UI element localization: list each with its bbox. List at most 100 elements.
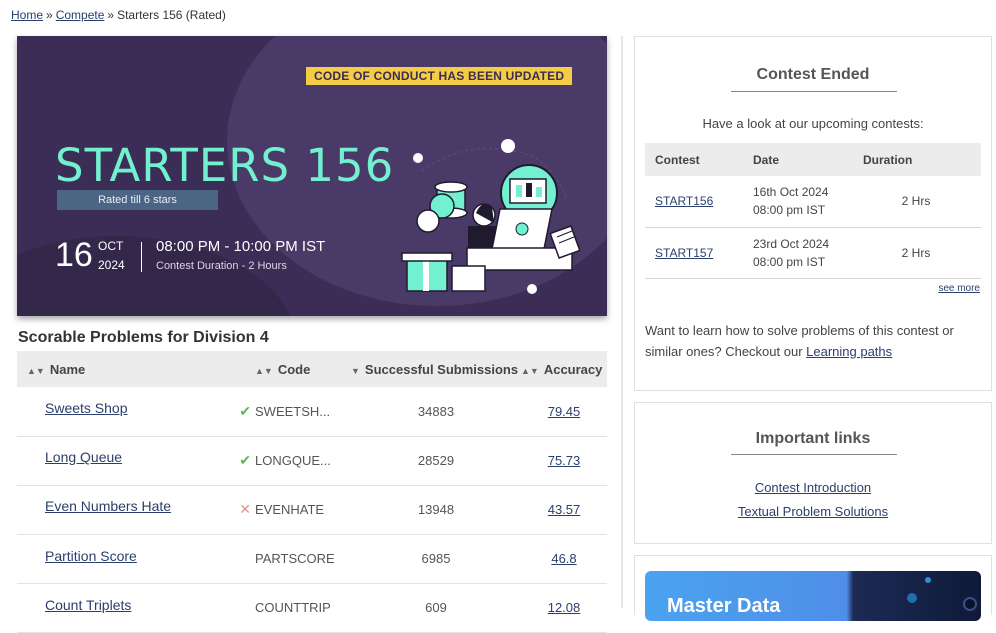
rated-badge: Rated till 6 stars	[57, 190, 218, 210]
breadcrumb-compete-link[interactable]: Compete	[56, 8, 105, 22]
accuracy-link[interactable]: 46.8	[551, 551, 576, 566]
contest-introduction-link[interactable]: Contest Introduction	[635, 476, 991, 500]
solved-check-icon: ✔	[239, 402, 251, 419]
problem-link[interactable]: Sweets Shop	[45, 400, 128, 416]
heading-underline	[731, 91, 897, 92]
contest-title: STARTERS 156	[55, 139, 395, 192]
textual-solutions-link[interactable]: Textual Problem Solutions	[635, 500, 991, 524]
table-row: Long Queue ✔ LONGQUE... 28529 75.73	[17, 436, 607, 486]
breadcrumb-separator: »	[46, 8, 53, 22]
date-divider	[141, 242, 142, 272]
decor-dot-icon	[925, 577, 931, 583]
important-links-list: Contest Introduction Textual Problem Sol…	[635, 476, 991, 524]
problem-code: LONGQUE...	[255, 436, 351, 486]
sort-icon[interactable]: ▲▼	[255, 366, 273, 376]
breadcrumb-separator: »	[107, 8, 115, 22]
table-row: START157 23rd Oct 2024 08:00 pm IST 2 Hrs	[645, 227, 981, 279]
sort-icon[interactable]: ▲▼	[521, 366, 539, 376]
problem-link[interactable]: Long Queue	[45, 449, 122, 465]
breadcrumb: Home» Compete» Starters 156 (Rated)	[11, 8, 226, 22]
breadcrumb-current: Starters 156 (Rated)	[117, 8, 226, 22]
submission-count: 6985	[351, 534, 521, 584]
accuracy-cell: 43.57	[521, 485, 607, 535]
date-cell: 23rd Oct 2024 08:00 pm IST	[753, 227, 863, 279]
contest-duration: Contest Duration - 2 Hours	[156, 260, 287, 272]
upcoming-text: Have a look at our upcoming contests:	[702, 116, 924, 131]
problem-link[interactable]: Partition Score	[45, 548, 137, 564]
submission-count: 34883	[351, 387, 521, 437]
contest-date: 16th Oct 2024	[753, 185, 829, 200]
contest-month: OCT	[98, 239, 124, 253]
learning-paths-text: Want to learn how to solve problems of t…	[645, 320, 975, 362]
learning-paths-link[interactable]: Learning paths	[806, 344, 892, 359]
problems-table: ▲▼ Name ▲▼ Code ▼ Successful Submissions ▲▼…	[17, 351, 607, 633]
contest-duration: 2 Hrs	[863, 227, 981, 279]
submission-count: 13948	[351, 485, 521, 535]
contest-cell: START156	[645, 176, 753, 228]
decor-dot-icon	[907, 593, 917, 603]
upcoming-contests-table: Contest Date Duration START156 16th Oct …	[645, 143, 981, 279]
problem-code: EVENHATE	[255, 485, 351, 535]
promo-banner[interactable]: Master Data	[645, 571, 981, 621]
contest-ended-card: Contest Ended Have a look at our upcomin…	[634, 36, 992, 391]
contests-header-row: Contest Date Duration	[645, 143, 981, 176]
accuracy-cell: 46.8	[521, 534, 607, 584]
date-cell: 16th Oct 2024 08:00 pm IST	[753, 176, 863, 228]
contest-link[interactable]: START157	[655, 246, 713, 260]
column-scrollbar[interactable]	[621, 36, 623, 608]
problems-header-row: ▲▼ Name ▲▼ Code ▼ Successful Submissions ▲▼…	[17, 351, 607, 387]
breadcrumb-home-link[interactable]: Home	[11, 8, 43, 22]
table-row: Partition Score PARTSCORE 6985 46.8	[17, 534, 607, 584]
accuracy-cell: 75.73	[521, 436, 607, 486]
submission-count: 28529	[351, 436, 521, 486]
duration-column-header: Duration	[863, 143, 981, 176]
accuracy-link[interactable]: 75.73	[548, 453, 581, 468]
contest-cell: START157	[645, 227, 753, 279]
contest-column-header: Contest	[645, 143, 753, 176]
accuracy-link[interactable]: 43.57	[548, 502, 581, 517]
problem-code: PARTSCORE	[255, 534, 351, 584]
problem-name-cell: Partition Score	[17, 534, 255, 584]
sort-desc-icon[interactable]: ▼	[351, 366, 360, 376]
promo-card: Master Data	[634, 555, 992, 621]
contest-ended-heading: Contest Ended	[756, 66, 870, 83]
decor-dot-icon	[963, 597, 977, 611]
problem-name-cell: Long Queue ✔	[17, 436, 255, 486]
contest-link[interactable]: START156	[655, 194, 713, 208]
name-column-header[interactable]: ▲▼ Name	[17, 351, 255, 387]
promo-text: Master Data	[667, 595, 781, 617]
important-links-heading: Important links	[755, 430, 871, 447]
problem-link[interactable]: Count Triplets	[45, 597, 131, 613]
contest-day: 16	[55, 236, 93, 274]
accuracy-link[interactable]: 79.45	[548, 404, 581, 419]
code-column-header[interactable]: ▲▼ Code	[255, 351, 351, 387]
date-column-header: Date	[753, 143, 863, 176]
problems-heading: Scorable Problems for Division 4	[18, 329, 269, 346]
contest-duration: 2 Hrs	[863, 176, 981, 228]
wrong-cross-icon: ✕	[239, 501, 251, 517]
column-label: Name	[49, 361, 86, 377]
coder-illustration	[401, 139, 581, 294]
column-label: Code	[277, 361, 311, 377]
problem-name-cell: Even Numbers Hate ✕	[17, 485, 255, 535]
contest-year: 2024	[98, 258, 125, 272]
table-row: START156 16th Oct 2024 08:00 pm IST 2 Hrs	[645, 176, 981, 228]
contest-date: 23rd Oct 2024	[753, 236, 830, 251]
contest-banner: CODE OF CONDUCT HAS BEEN UPDATED STARTER…	[17, 36, 607, 316]
see-more-link[interactable]: see more	[938, 283, 980, 294]
solved-check-icon: ✔	[239, 452, 251, 468]
heading-underline	[731, 454, 897, 455]
learn-prompt: Want to learn how to solve problems of t…	[645, 323, 954, 359]
contest-time: 08:00 pm IST	[753, 254, 826, 269]
contest-time: 08:00 PM - 10:00 PM IST	[156, 238, 326, 255]
sort-icon[interactable]: ▲▼	[27, 366, 45, 376]
problem-link[interactable]: Even Numbers Hate	[45, 498, 171, 514]
submissions-column-header[interactable]: ▼ Successful Submissions	[351, 351, 521, 387]
column-label: Successful Submissions	[364, 361, 519, 377]
problem-name-cell: Sweets Shop ✔	[17, 387, 255, 437]
accuracy-cell: 79.45	[521, 387, 607, 437]
accuracy-column-header[interactable]: ▲▼ Accuracy	[521, 351, 607, 387]
contest-time: 08:00 pm IST	[753, 203, 826, 218]
table-row: Even Numbers Hate ✕ EVENHATE 13948 43.57	[17, 485, 607, 535]
column-label: Accuracy	[543, 361, 603, 377]
